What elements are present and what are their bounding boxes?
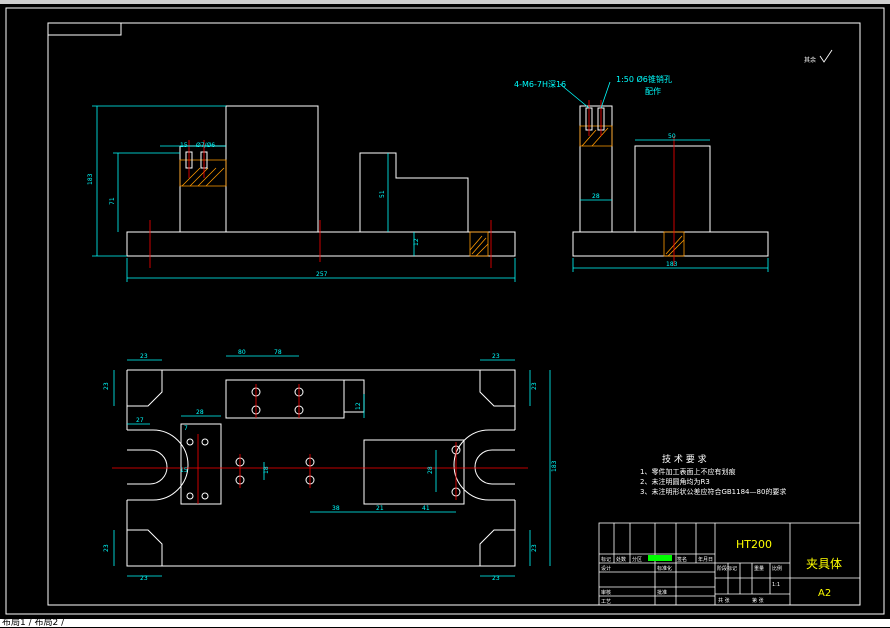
tb-sheet-size: A2 [818, 588, 831, 599]
layout-tabs-bar[interactable]: 布局1 / 布局2 / [0, 619, 890, 628]
dim-left-block: 28 [196, 409, 204, 416]
dim-left-slot: 27 [136, 417, 144, 424]
tb-design: 设计 [601, 565, 611, 572]
dim-corner-right-bot: 23 [531, 544, 538, 552]
drawing-notes: 4-M6-7H深16 1:50 Ø6锥销孔 配作 [514, 74, 672, 96]
title-block-highlight [648, 555, 672, 561]
tech-item-3: 3、未注明形状公差应符合GB1184—80的要求 [640, 487, 786, 496]
dim-left-a: 7 [184, 425, 188, 432]
tb-approve: 批准 [657, 589, 667, 596]
tb-weight: 重量 [754, 565, 764, 572]
dim-total-height: 183 [551, 460, 558, 472]
note-thread-spec: 4-M6-7H深16 [514, 80, 566, 89]
inner-border [47, 22, 861, 606]
tb-date: 年月日 [698, 556, 713, 563]
dim-top-a: 80 [238, 349, 246, 356]
tb-sheets-total: 共 张 [718, 597, 730, 604]
dim-bottom-b: 21 [376, 505, 384, 512]
dim-top-small: 15 [180, 142, 188, 149]
dim-left-b: 15 [180, 467, 188, 474]
tb-count: 处数 [616, 556, 626, 563]
dim-right-small: 28 [427, 466, 434, 474]
dim-side-base-width: 183 [666, 261, 678, 268]
cad-drawing-canvas[interactable]: 257 183 71 51 12 15 Ø7/Ø6 50 28 183 4-M6… [0, 0, 890, 627]
tb-review: 审核 [601, 589, 611, 596]
dim-corner-left-bot: 23 [103, 544, 110, 552]
surface-finish-symbol: 其余 [804, 49, 833, 64]
tb-scale: 1:1 [772, 582, 780, 588]
dim-base-thickness: 12 [413, 238, 420, 246]
dim-bottom-c: 41 [422, 505, 430, 512]
tech-title: 技 术 要 求 [662, 453, 707, 465]
dim-mid-small: 12 [355, 402, 362, 410]
dim-corner-tl: 23 [140, 353, 148, 360]
dim-corner-left-side: 23 [103, 382, 110, 390]
dim-corner-tr: 23 [492, 353, 500, 360]
tb-signature: 签名 [677, 556, 687, 563]
plan-view [112, 355, 551, 577]
tb-process: 工艺 [601, 599, 611, 605]
tb-material: HT200 [736, 538, 772, 551]
dim-corner-bl: 23 [140, 575, 148, 582]
tech-item-2: 2、未注明圆角均为R3 [640, 477, 710, 486]
tb-mark: 标记 [601, 556, 611, 563]
dim-height-total: 183 [87, 173, 94, 185]
plan-view-dims: 23 23 23 23 23 23 23 23 80 78 27 28 7 15… [103, 349, 558, 582]
dim-height-upright: 71 [109, 197, 116, 205]
dim-bottom-a: 38 [332, 505, 340, 512]
dim-corner-br: 23 [492, 575, 500, 582]
tb-standardization: 标准化 [657, 565, 672, 572]
dim-side-left-width: 28 [592, 193, 600, 200]
corner-code-box [47, 22, 122, 36]
dim-top-hole: Ø7/Ø6 [196, 142, 215, 149]
dim-side-small: 18 [263, 466, 270, 474]
tech-requirements: 技 术 要 求 1、零件加工表面上不应有划痕 2、未注明圆角均为R3 3、未注明… [640, 453, 786, 496]
check-mark-icon [819, 49, 833, 63]
surface-finish-label: 其余 [804, 56, 816, 64]
note-pin-spec-1: 1:50 Ø6锥销孔 [616, 74, 672, 84]
dim-height-right-block: 51 [379, 190, 386, 198]
side-view [559, 81, 769, 272]
dim-top-b: 78 [274, 349, 282, 356]
tb-part-name: 夹具体 [806, 557, 842, 571]
tech-item-1: 1、零件加工表面上不应有划痕 [640, 467, 735, 476]
front-view [92, 105, 516, 282]
tb-stage-mark: 阶段标记 [717, 565, 737, 572]
tb-zone: 分区 [632, 556, 642, 563]
dim-overall-length: 257 [316, 271, 328, 278]
tb-ratio: 比例 [772, 565, 782, 572]
dim-corner-right-side: 23 [531, 382, 538, 390]
dim-side-top-width: 50 [668, 133, 676, 140]
front-view-dims: 257 183 71 51 12 15 Ø7/Ø6 [87, 142, 420, 278]
note-pin-spec-2: 配作 [645, 86, 661, 96]
tb-sheet-no: 第 张 [752, 597, 764, 604]
